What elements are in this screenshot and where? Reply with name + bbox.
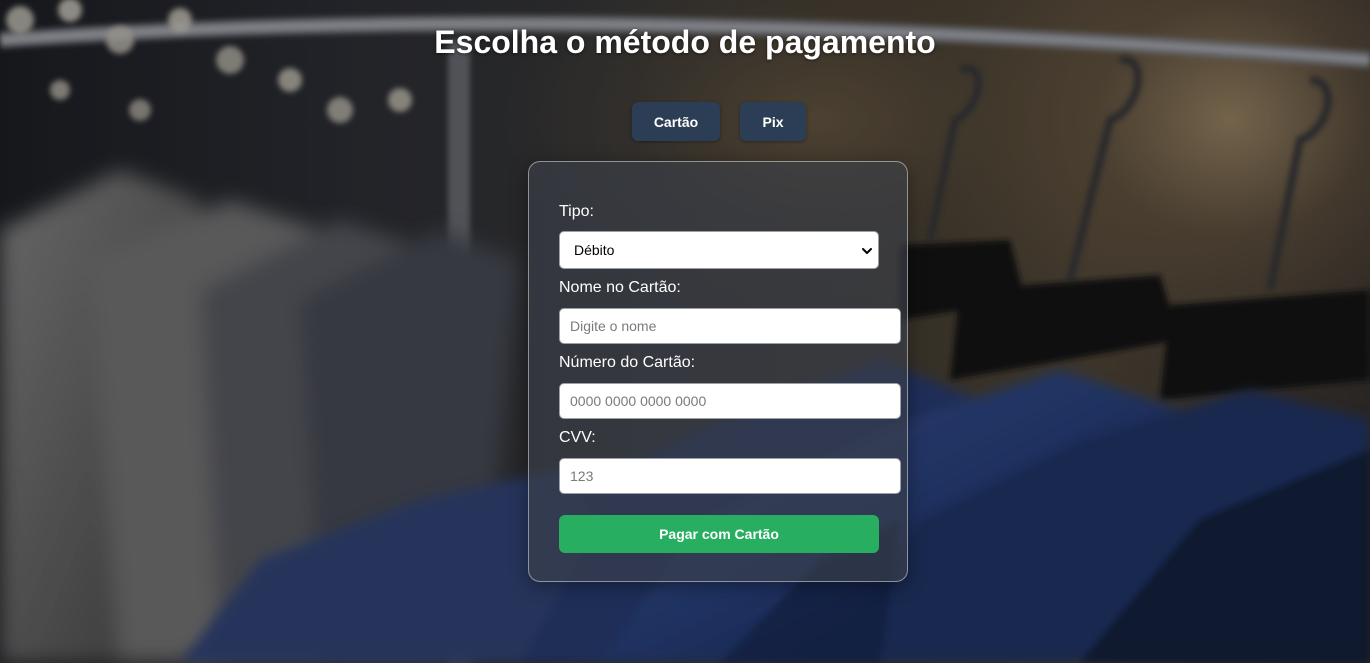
type-label: Tipo: (559, 203, 594, 220)
chevron-down-icon (862, 248, 872, 254)
payment-page: Escolha o método de pagamento Cartão Pix… (0, 0, 1370, 663)
cvv-input[interactable] (559, 458, 901, 494)
card-name-input[interactable] (559, 308, 901, 344)
cvv-label: CVV: (559, 429, 596, 446)
page-title: Escolha o método de pagamento (434, 24, 936, 60)
tab-card-button[interactable]: Cartão (632, 102, 720, 141)
card-name-label: Nome no Cartão: (559, 279, 681, 296)
pay-with-card-button[interactable]: Pagar com Cartão (559, 515, 879, 553)
type-select[interactable]: Débito (559, 231, 879, 269)
card-payment-form: Tipo: Débito Nome no Cartão: Número do C… (528, 161, 908, 582)
card-number-label: Número do Cartão: (559, 354, 696, 371)
card-number-input[interactable] (559, 383, 901, 419)
tab-pix-button[interactable]: Pix (740, 102, 806, 141)
type-select-value: Débito (574, 242, 615, 258)
